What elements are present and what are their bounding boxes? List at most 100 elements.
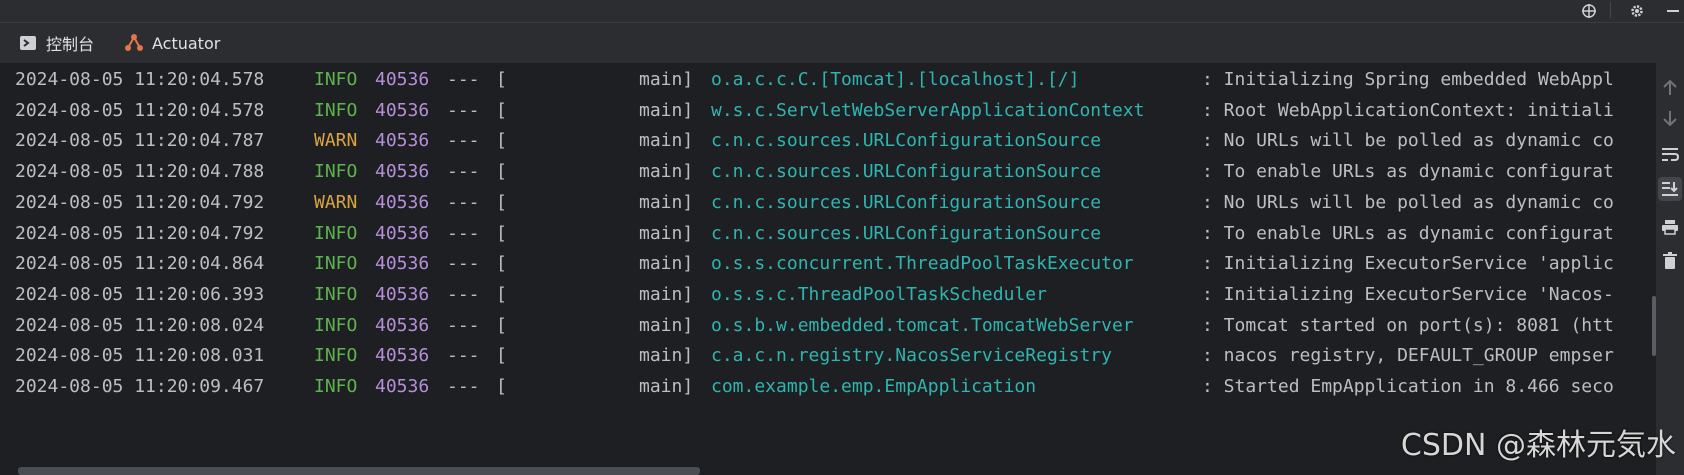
log-separator: --- (447, 130, 480, 152)
log-logger[interactable]: c.n.c.sources.URLConfigurationSource (711, 155, 1101, 188)
log-timestamp: 2024-08-05 11:20:04.787 (15, 130, 265, 152)
log-timestamp: 2024-08-05 11:20:04.578 (15, 99, 265, 121)
tab-console[interactable]: 控制台 (18, 23, 94, 63)
log-logger[interactable]: com.example.emp.EmpApplication (711, 370, 1036, 403)
log-timestamp: 2024-08-05 11:20:09.467 (15, 376, 265, 397)
log-timestamp: 2024-08-05 11:20:04.792 (15, 222, 265, 244)
log-line[interactable]: 2024-08-05 11:20:04.578 INFO 40536 --- [ main… (0, 63, 1656, 96)
print-icon[interactable] (1658, 215, 1682, 239)
log-level: INFO (314, 283, 358, 305)
log-separator: --- (447, 99, 480, 121)
log-separator: --- (447, 222, 480, 244)
log-separator: --- (447, 283, 480, 305)
tool-window-header (0, 0, 1684, 23)
arrow-up-icon[interactable] (1658, 76, 1682, 100)
log-pid: 40536 (375, 130, 430, 152)
log-timestamp: 2024-08-05 11:20:04.788 (15, 161, 265, 183)
log-timestamp: 2024-08-05 11:20:06.393 (15, 283, 265, 305)
tab-actuator-label: Actuator (152, 33, 221, 53)
log-pid: 40536 (375, 376, 430, 397)
log-level: WARN (314, 191, 358, 213)
log-bracket: [ (496, 69, 507, 90)
log-logger[interactable]: c.n.c.sources.URLConfigurationSource (711, 186, 1101, 219)
log-line[interactable]: 2024-08-05 11:20:04.792 WARN 40536 --- [main… (0, 186, 1656, 219)
log-line[interactable]: 2024-08-05 11:20:04.792 INFO 40536 --- [main… (0, 217, 1656, 250)
log-line[interactable]: 2024-08-05 11:20:08.024 INFO 40536 --- [main… (0, 309, 1656, 342)
log-thread: main] (639, 283, 694, 305)
log-message: : Initializing ExecutorService 'applic (1202, 253, 1614, 275)
log-pid: 40536 (375, 222, 430, 244)
log-separator: --- (447, 161, 480, 183)
horizontal-scrollbar-thumb[interactable] (18, 467, 700, 475)
log-line[interactable]: 2024-08-05 11:20:04.864 INFO 40536 --- [main… (0, 247, 1656, 280)
arrow-down-icon[interactable] (1658, 106, 1682, 130)
run-console-window: 控制台 Actuator 2024-08-05 11:20:04.578 INFO… (0, 0, 1684, 475)
toolbar-divider (1610, 2, 1611, 18)
log-timestamp: 2024-08-05 11:20:04.578 (15, 69, 265, 90)
log-thread: main] (639, 314, 694, 336)
log-bracket: [ (496, 345, 507, 367)
log-separator: --- (447, 191, 480, 213)
log-thread: main] (639, 253, 694, 275)
log-line[interactable]: 2024-08-05 11:20:09.467 INFO 40536 --- [main… (0, 370, 1656, 403)
tab-console-label: 控制台 (46, 35, 95, 54)
log-pid: 40536 (375, 345, 430, 367)
horizontal-scrollbar[interactable] (0, 467, 1656, 475)
log-thread: main] (639, 191, 694, 213)
gear-icon[interactable] (1626, 0, 1648, 22)
log-logger[interactable]: o.a.c.c.C.[Tomcat].[localhost].[/] (711, 63, 1079, 96)
log-pid: 40536 (375, 69, 430, 90)
log-line[interactable]: 2024-08-05 11:20:04.787 WARN 40536 --- [main… (0, 124, 1656, 157)
tool-window-tabs: 控制台 Actuator (0, 23, 1684, 64)
log-separator: --- (447, 376, 480, 397)
log-thread: main] (639, 99, 694, 121)
log-message: : Initializing Spring embedded WebAppl (1202, 69, 1614, 90)
scroll-to-end-icon[interactable] (1658, 177, 1682, 201)
log-message: : Tomcat started on port(s): 8081 (htt (1202, 314, 1614, 336)
log-separator: --- (447, 253, 480, 275)
log-line[interactable]: 2024-08-05 11:20:04.578 INFO 40536 --- [main… (0, 94, 1656, 127)
actuator-icon (124, 33, 144, 53)
log-logger[interactable]: o.s.s.c.ThreadPoolTaskScheduler (711, 278, 1047, 311)
minimize-icon[interactable] (1662, 0, 1684, 22)
crosshair-icon[interactable] (1578, 0, 1600, 22)
log-line[interactable]: 2024-08-05 11:20:06.393 INFO 40536 --- [main… (0, 278, 1656, 311)
log-level: INFO (314, 345, 358, 367)
log-separator: --- (447, 69, 480, 90)
log-logger[interactable]: c.n.c.sources.URLConfigurationSource (711, 217, 1101, 250)
log-pid: 40536 (375, 253, 430, 275)
log-thread: main] (639, 345, 694, 367)
log-line[interactable]: 2024-08-05 11:20:04.788 INFO 40536 --- [main… (0, 155, 1656, 188)
log-line[interactable]: 2024-08-05 11:20:08.031 INFO 40536 --- [ main… (0, 339, 1656, 372)
log-level: WARN (314, 130, 358, 152)
log-bracket: [ (496, 314, 507, 336)
log-message: : Initializing ExecutorService 'Nacos- (1202, 283, 1614, 305)
trash-icon[interactable] (1658, 249, 1682, 273)
log-logger[interactable]: o.s.b.w.embedded.tomcat.TomcatWebServer (711, 309, 1134, 342)
log-pid: 40536 (375, 283, 430, 305)
log-bracket: [ (496, 253, 507, 275)
log-logger[interactable]: c.a.c.n.registry.NacosServiceRegistry (711, 339, 1112, 372)
log-logger[interactable]: c.n.c.sources.URLConfigurationSource (711, 124, 1101, 157)
log-message: : To enable URLs as dynamic configurat (1202, 222, 1614, 244)
log-level: INFO (314, 69, 358, 90)
log-thread: main] (639, 376, 694, 397)
log-logger[interactable]: o.s.s.concurrent.ThreadPoolTaskExecutor (711, 247, 1134, 280)
log-pid: 40536 (375, 161, 430, 183)
log-bracket: [ (496, 191, 507, 213)
log-separator: --- (447, 345, 480, 367)
log-thread: main] (639, 69, 694, 90)
log-thread: main] (639, 222, 694, 244)
console-side-toolbar (1656, 63, 1684, 475)
console-output[interactable]: 2024-08-05 11:20:04.578 INFO 40536 --- [ main… (0, 63, 1656, 467)
tab-actuator[interactable]: Actuator (124, 23, 220, 63)
console-icon (18, 33, 38, 53)
soft-wrap-icon[interactable] (1658, 142, 1682, 166)
log-thread: main] (639, 130, 694, 152)
log-timestamp: 2024-08-05 11:20:08.031 (15, 345, 265, 367)
log-message: : Started EmpApplication in 8.466 seco (1202, 376, 1614, 397)
log-message: : No URLs will be polled as dynamic co (1202, 130, 1614, 152)
log-level: INFO (314, 376, 358, 397)
log-level: INFO (314, 161, 358, 183)
log-logger[interactable]: w.s.c.ServletWebServerApplicationContext (711, 94, 1144, 127)
